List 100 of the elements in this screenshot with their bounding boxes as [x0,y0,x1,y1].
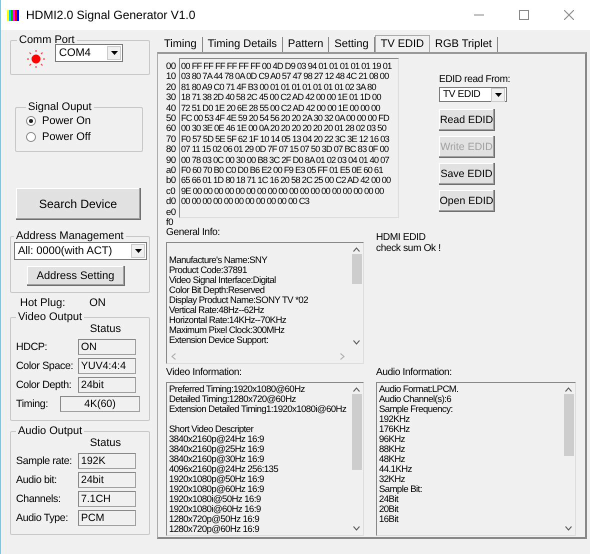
chevron-down-icon[interactable] [565,526,572,531]
tab[interactable]: Timing Details [202,37,283,52]
status-field: 24bit [78,472,136,488]
maximize-icon[interactable] [518,10,528,20]
info-line: Audio Channel(s):6 [379,394,452,404]
hex-line: 07 11 15 02 06 01 29 0D 7F 07 15 07 50 3D 07 BC 83 0F 00 [181,144,390,155]
address-dropdown[interactable]: All: 0000(with ACT) [14,242,147,260]
info-line: 3840x2160p@24Hz 16:9 [169,434,265,444]
radio-label[interactable]: Power Off [42,131,91,143]
scrollbar-thumb[interactable] [564,394,574,456]
info-line: Vertical Rate:48Hz--62Hz [169,305,265,315]
offset-label: 50 [166,113,177,124]
chevron-up-icon[interactable] [353,247,360,252]
info-line: 4096x2160p@24Hz 256:135 [169,464,280,474]
field-label: Audio bit: [16,474,58,486]
hex-line: 9E 00 00 00 00 00 00 00 00 00 00 00 00 00 00 00 00 00 00 [181,186,385,196]
offset-label: d0 [166,196,177,207]
hot-plug-value: ON [89,297,106,309]
info-line: Product Code:37891 [169,265,248,275]
offset-label: 00 [166,61,177,72]
info-line: Detailed Timing:1280x720@60Hz [169,394,296,404]
status-field: 24bit [78,376,136,392]
offset-label: 10 [166,71,177,82]
section-label: Audio Information: [376,367,452,378]
hex-line: FC 00 53 4F 4E 59 20 54 56 20 20 2A 30 32 0A 00 00 00 FD [181,113,390,124]
info-line: Short Video Descripter [169,424,255,434]
group-title: Comm Port [18,34,76,46]
checksum-message: HDMI EDID [376,232,427,243]
hex-line: 72 51 D0 1E 20 6E 28 55 00 C2 AD 42 00 00 1E 00 00 00 [181,102,382,114]
group-title: Address Management [15,230,125,242]
chevron-right-icon[interactable] [340,352,345,360]
scrollbar-thumb[interactable] [352,394,362,470]
field-label: Color Depth: [16,378,72,390]
offset-label: b0 [166,175,177,186]
radio-button[interactable] [26,116,36,126]
chevron-left-icon[interactable] [171,352,176,360]
info-line: Display Product Name:SONY TV *02 [169,295,309,305]
info-line: Audio Format:LPCM. [379,384,460,394]
close-icon[interactable] [564,10,574,20]
offset-label: 40 [166,102,177,114]
led-indicator-icon [27,50,45,68]
offset-label: c0 [166,186,176,196]
status-field: 7.1CH [78,490,136,506]
info-line: 1920x1080i@60Hz 16:9 [169,504,262,514]
group-title: Audio Output [17,425,84,437]
info-line: 24Bit [379,494,398,504]
column-heading: Status [90,323,121,335]
info-line: Extension Device Support: [169,335,270,345]
read-from-label: EDID read From: [439,74,510,85]
field-label: Channels: [16,492,62,504]
offset-label: e0 [166,206,177,218]
window-title: HDMI2.0 Signal Generator V1.0 [26,8,196,22]
info-line: 1920x1080p@50Hz 16:9 [169,474,265,484]
hex-line: 00 00 00 00 00 00 00 00 00 00 00 C3 [181,196,310,207]
group-title: Video Output [17,311,84,323]
info-line: 16Bit [379,514,400,524]
tab[interactable]: RGB Triplet [430,37,498,52]
info-line: Sample Bit: [379,484,423,494]
hex-line: F0 57 5D 5E 5F 62 1F 10 14 05 13 04 20 22 3C 3E 12 16 03 [181,134,390,144]
search-device-button[interactable]: Search Device [16,188,141,220]
info-line: Manufacture's Name:SNY [169,255,268,265]
port-dropdown[interactable]: COM4 [55,44,123,62]
edid-button[interactable]: Read EDID [439,109,495,131]
info-line: 20Bit [379,504,400,514]
color-bars-icon [7,10,19,20]
tab[interactable]: TV EDID [374,35,430,52]
scrollbar-thumb[interactable] [352,254,362,284]
hex-line: 65 66 01 1D 80 18 71 1C 16 20 58 2C 25 00 C2 AD 42 00 00 [181,175,392,186]
info-line: 1920x1080i@50Hz 16:9 [169,494,262,504]
offset-label: 60 [166,123,177,134]
edid-source-dropdown[interactable]: TV EDID [439,87,507,102]
chevron-up-icon[interactable] [565,387,572,392]
offset-label: 30 [166,92,177,103]
edid-button[interactable]: Open EDID [439,190,495,212]
radio-button[interactable] [26,132,36,142]
section-label: General Info: [166,227,220,238]
field-label: Timing: [16,398,49,410]
hex-line: 18 71 38 2D 40 58 2C 45 00 C2 AD 42 00 00 1E 01 1D 00 [181,92,382,103]
tab[interactable]: Pattern [282,37,330,52]
edid-button[interactable]: Save EDID [439,163,495,185]
field-label: HDCP: [16,340,48,352]
info-line: 3840x2160p@30Hz 16:9 [169,454,265,464]
section-label: Video Information: [166,367,242,378]
chevron-down-icon[interactable] [353,526,360,531]
info-line: 176KHz [379,424,411,434]
status-field: 192K [78,452,136,468]
field-label: Audio Type: [16,512,69,524]
chevron-down-icon[interactable] [353,340,360,345]
status-field: ON [78,338,136,354]
info-line: 1280x720p@60Hz 16:9 [169,524,260,534]
radio-label[interactable]: Power On [42,115,91,127]
group-title: Signal Ouput [27,101,93,113]
info-line: 1920x1080p@60Hz 16:9 [169,484,265,494]
info-line: 88KHz [379,444,406,454]
hex-line: F0 60 70 B0 C0 D0 B6 E2 00 F9 E3 05 FF 01 E5 0E 60 61 [181,165,384,176]
offset-label: 20 [166,82,177,92]
chevron-up-icon[interactable] [353,387,360,392]
address-setting-button[interactable]: Address Setting [27,266,125,286]
info-line: Preferred Timing:1920x1080@60Hz [169,384,306,394]
tab[interactable]: Timing [159,37,203,52]
